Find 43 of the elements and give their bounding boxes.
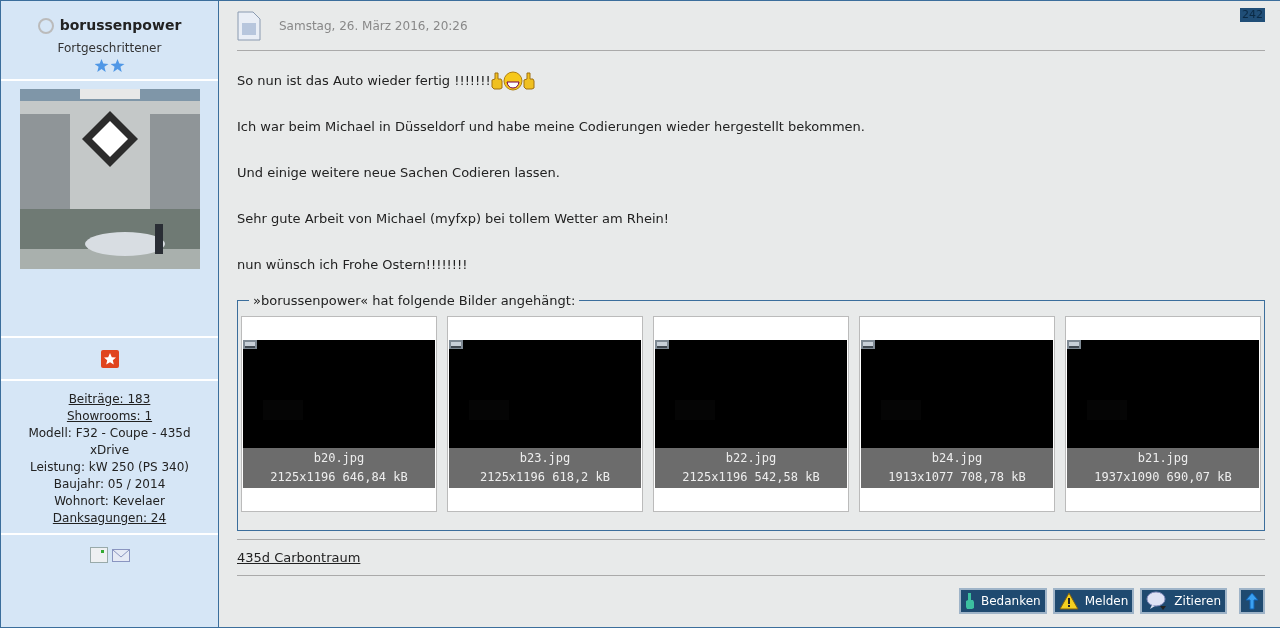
- post-action-button[interactable]: Zitieren: [1140, 588, 1227, 614]
- document-icon: [237, 10, 261, 41]
- post-date: Samstag, 26. März 2016, 20:26: [279, 17, 468, 35]
- file-info: 2125x1196 618,2 kB: [479, 468, 610, 486]
- file-info: 1913x1077 708,78 kB: [888, 468, 1026, 486]
- profile-detail: Baujahr: 05 / 2014: [53, 476, 166, 493]
- thumbnail-card[interactable]: b20.jpg 2125x1196 646,84 kB: [241, 315, 437, 512]
- up-arrow-icon: [1245, 592, 1259, 610]
- profile-link[interactable]: Showrooms: 1: [66, 408, 153, 425]
- scroll-top-button[interactable]: [1239, 588, 1265, 614]
- thumbnail-card[interactable]: b24.jpg 1913x1077 708,78 kB: [859, 315, 1055, 512]
- user-rank: Fortgeschrittener: [57, 40, 162, 57]
- post-text: Und einige weitere neue Sachen Codieren lassen.: [237, 164, 560, 182]
- thumbnail-card[interactable]: b22.jpg 2125x1196 542,58 kB: [653, 315, 849, 512]
- mail-icon[interactable]: [111, 547, 130, 563]
- profile-detail: Leistung: kW 250 (PS 340): [29, 459, 190, 476]
- attachments-legend: »borussenpower« hat folgende Bilder angehängt:: [249, 291, 580, 311]
- thumbnail-card[interactable]: b23.jpg 2125x1196 618,2 kB: [447, 315, 643, 512]
- star-badge-icon[interactable]: [100, 349, 119, 368]
- file-name: b22.jpg: [725, 449, 777, 467]
- file-info: 1937x1090 690,07 kB: [1094, 468, 1232, 486]
- profile-card-icon[interactable]: [89, 547, 108, 563]
- profile-detail: Modell: F32 - Coupe - 435d xDrive: [27, 425, 192, 459]
- file-info: 2125x1196 542,58 kB: [682, 468, 820, 486]
- post-text: Sehr gute Arbeit von Michael (myfxp) bei tollem Wetter am Rhein!: [237, 210, 670, 228]
- username[interactable]: borussenpower: [59, 15, 182, 36]
- speech-bubble-icon: [1146, 591, 1169, 611]
- post-text: Ich war beim Michael in Düsseldorf und habe meine Codierungen wieder hergestellt bekommen.: [237, 118, 865, 136]
- profile-link[interactable]: Danksagungen: 24: [52, 510, 167, 527]
- post-text: So nun ist das Auto wieder fertig !!!!!!!: [237, 72, 491, 90]
- profile-link[interactable]: Beiträge: 183: [68, 391, 151, 408]
- post-action-button[interactable]: Bedanken: [958, 588, 1047, 614]
- file-name: b23.jpg: [519, 449, 571, 467]
- file-info: 2125x1196 646,84 kB: [270, 468, 408, 486]
- post-text: nun wünsch ich Frohe Ostern!!!!!!!!: [237, 256, 468, 274]
- file-name: b24.jpg: [931, 449, 983, 467]
- signature-link[interactable]: 435d Carbontraum: [237, 547, 361, 568]
- post-action-button[interactable]: Melden: [1052, 588, 1135, 614]
- thumbnail-card[interactable]: b21.jpg 1937x1090 690,07 kB: [1065, 315, 1261, 512]
- profile-detail: Wohnort: Kevelaer: [54, 493, 165, 510]
- warning-icon: [1058, 592, 1079, 610]
- file-name: b20.jpg: [313, 449, 365, 467]
- file-name: b21.jpg: [1137, 449, 1189, 467]
